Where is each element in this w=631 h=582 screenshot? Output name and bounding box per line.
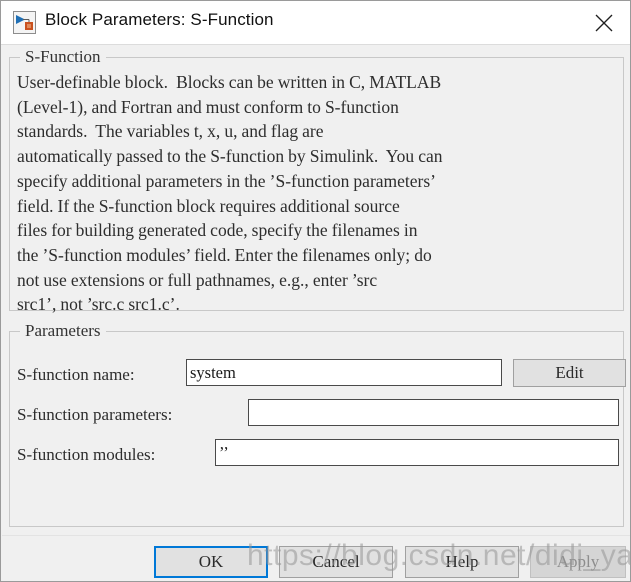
sfunction-name-input[interactable]: [186, 359, 502, 386]
cancel-button[interactable]: Cancel: [279, 546, 393, 578]
block-parameters-dialog: Block Parameters: S-Function S-Function …: [0, 0, 631, 582]
close-icon[interactable]: [576, 1, 630, 44]
title-bar: Block Parameters: S-Function: [1, 1, 630, 45]
sfunction-description-text: User-definable block. Blocks can be writ…: [17, 72, 443, 315]
sfunction-modules-label: S-function modules:: [17, 445, 156, 464]
sfunction-description-group: S-Function User-definable block. Blocks …: [9, 47, 624, 314]
ok-button[interactable]: OK: [154, 546, 268, 578]
edit-button[interactable]: Edit: [513, 359, 626, 387]
window-title: Block Parameters: S-Function: [45, 10, 274, 29]
sfunction-name-label: S-function name:: [17, 365, 135, 384]
parameters-group: Parameters S-function name: Edit S-funct…: [9, 321, 626, 527]
sfunction-parameters-label: S-function parameters:: [17, 405, 173, 424]
sfunction-group-legend: S-Function: [20, 47, 106, 67]
simulink-block-icon: [13, 11, 36, 34]
help-button[interactable]: Help: [405, 546, 519, 578]
parameters-group-legend: Parameters: [20, 321, 106, 341]
apply-button[interactable]: Apply: [530, 546, 626, 578]
sfunction-parameters-input[interactable]: [248, 399, 619, 426]
dialog-footer: OK Cancel Help Apply: [2, 535, 630, 581]
sfunction-modules-input[interactable]: [215, 439, 619, 466]
